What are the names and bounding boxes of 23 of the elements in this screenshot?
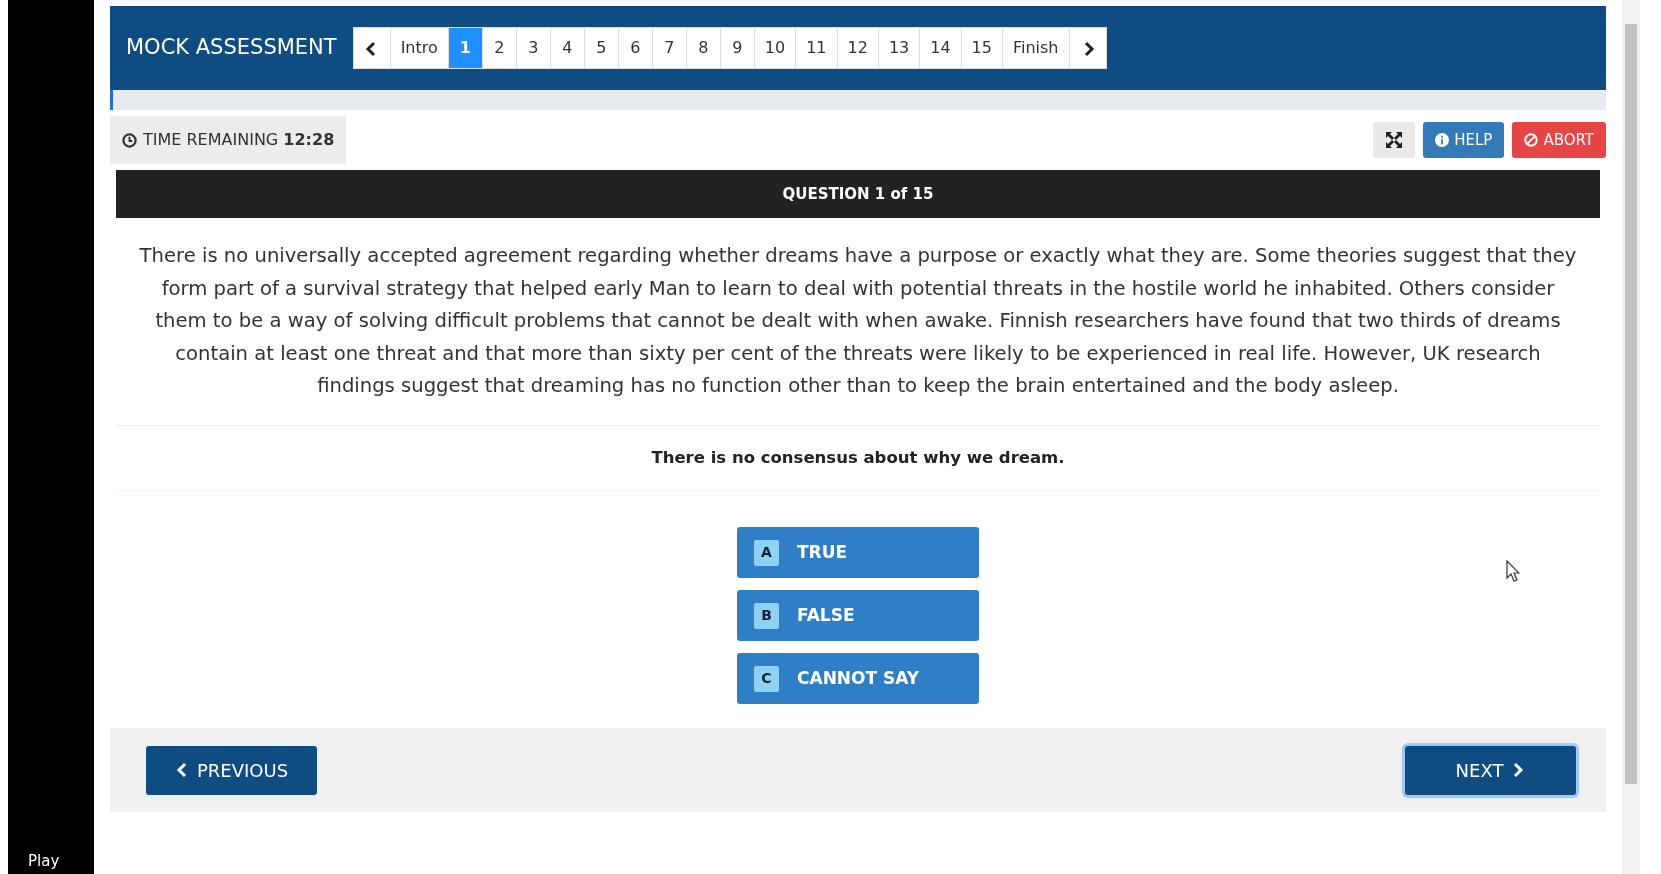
statement-text: There is no consensus about why we dream. — [116, 425, 1600, 492]
help-button[interactable]: HELP — [1423, 122, 1505, 158]
passage-text: There is no universally accepted agreement regarding whether dreams have a purpose or exactly what they are. Some theories suggest that they form part of a survival strategy that helped early Man to learn to deal with potential threats in the hostile world he inhabited. Others consider them to be a way of solving difficult problems that cannot be dealt with when awake. Finnish researchers have found that two thirds of dreams contain at least one threat and that more than sixty per cent of the threats were likely to be experienced in real life. However, UK research findings suggest that dreaming has no function other than to keep the brain entertained and the body asleep. — [116, 218, 1600, 426]
app-title: MOCK ASSESSMENT — [126, 34, 337, 62]
option-letter: C — [754, 665, 779, 692]
fullscreen-icon — [1385, 131, 1404, 149]
scrollbar[interactable] — [1622, 0, 1640, 874]
answer-option[interactable]: C CANNOT SAY — [737, 653, 979, 705]
previous-button[interactable]: PREVIOUS — [146, 745, 317, 795]
fullscreen-button[interactable] — [1373, 122, 1416, 158]
question-heading: QUESTION 1 of 15 — [116, 170, 1600, 218]
option-letter: A — [754, 539, 779, 566]
answer-option[interactable]: B FALSE — [737, 590, 979, 642]
option-letter: B — [754, 602, 779, 629]
timer-text: TIME REMAINING 12:28 — [143, 129, 335, 151]
next-button[interactable]: NEXT — [1405, 745, 1576, 795]
prohibited-icon — [1524, 133, 1539, 147]
info-icon — [1435, 133, 1450, 147]
answer-option[interactable]: A TRUE — [737, 527, 979, 579]
play-label: Play — [28, 850, 60, 872]
abort-button[interactable]: ABORT — [1512, 122, 1606, 158]
clock-icon — [122, 132, 137, 148]
cursor-icon — [1506, 560, 1520, 582]
